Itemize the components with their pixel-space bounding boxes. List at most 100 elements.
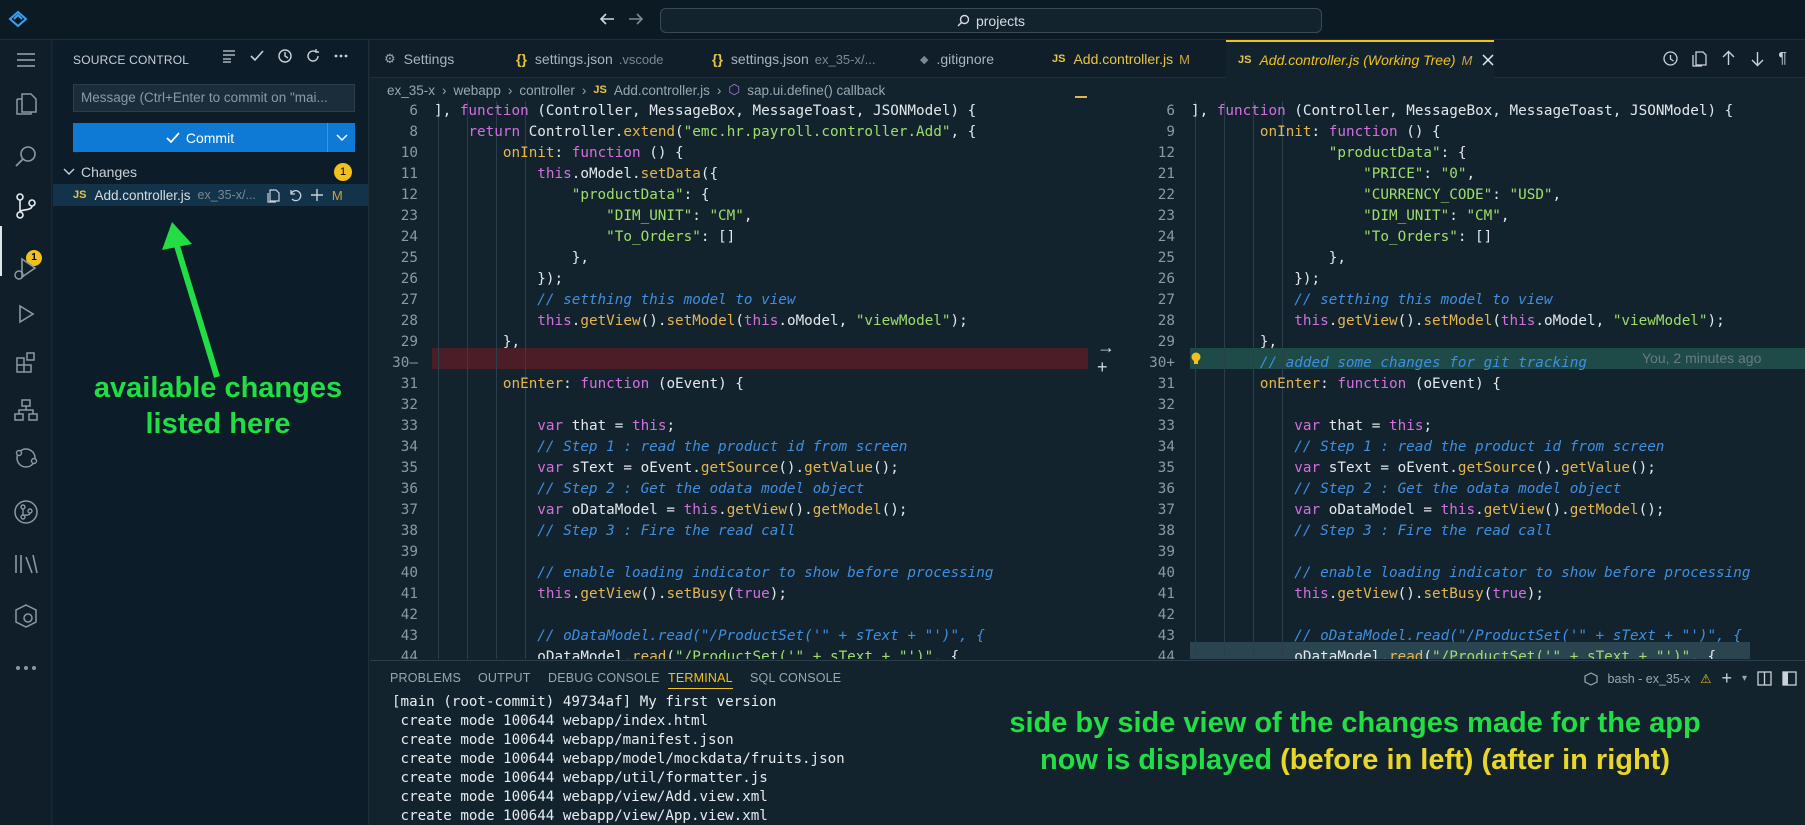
code-text: // Step 2 : Get the odata model object (434, 481, 865, 497)
breadcrumb-item[interactable]: Add.controller.js (614, 83, 710, 98)
code-text: }, (1191, 334, 1278, 350)
code-text: var sText = oEvent.getSource().getValue(… (537, 460, 899, 476)
code-text: ], function (Controller, MessageBox, Mes… (434, 103, 977, 119)
lightbulb-icon[interactable] (1190, 351, 1202, 366)
breadcrumb-item[interactable]: webapp (454, 83, 501, 98)
ellipsis-icon[interactable] (333, 48, 349, 64)
tab-problems[interactable]: PROBLEMS (390, 671, 461, 685)
library-icon[interactable] (10, 548, 42, 580)
code-text: "productData": { (571, 187, 710, 203)
more-icon[interactable] (10, 652, 42, 684)
tab-add-controller-working-tree[interactable]: JS Add.controller.js (Working Tree) M (1226, 40, 1494, 78)
stage-changes-icon[interactable] (310, 188, 324, 202)
code-text: oDataModel.read("/ProductSet('" + sText … (1191, 649, 1717, 659)
history-icon[interactable] (277, 48, 293, 64)
command-center-search[interactable]: projects (660, 8, 1322, 33)
line-number: 11 (400, 166, 418, 182)
tab-sub: ex_35-x/... (814, 51, 876, 67)
chevron-down-icon (63, 168, 75, 176)
code-line: 36 // Step 2 : Get the odata model objec… (370, 479, 1090, 500)
json-icon: {} (516, 51, 527, 67)
breadcrumb-item[interactable]: controller (519, 83, 575, 98)
tab-settings-json-vscode[interactable]: {} settings.json .vscode (516, 40, 664, 78)
line-number: 31 (1157, 376, 1175, 392)
tab-label: settings.json (534, 51, 613, 67)
gear-icon: ⚙ (384, 51, 396, 66)
search-text: projects (975, 12, 1026, 29)
terminal-name[interactable]: bash - ex_35-x (1608, 672, 1691, 686)
pilcrow-icon[interactable]: ¶ (1778, 50, 1787, 68)
tab-add-controller[interactable]: JS Add.controller.js M (1052, 40, 1190, 78)
code-line: 40 // enable loading indicator to show b… (370, 563, 1090, 584)
search-icon[interactable] (10, 140, 42, 172)
open-timeline-icon[interactable] (1662, 50, 1679, 68)
previous-change-icon[interactable] (1720, 50, 1737, 68)
line-number: 43 (1157, 628, 1175, 644)
git-graph-icon[interactable] (10, 496, 42, 528)
commit-button[interactable]: Commit (73, 123, 355, 152)
close-icon[interactable] (1482, 54, 1494, 66)
run-icon[interactable] (10, 298, 42, 330)
tab-gitignore[interactable]: ◆ .gitignore (920, 40, 994, 78)
split-terminal-icon[interactable] (1757, 671, 1772, 686)
annotation-left: available changes listed here (60, 370, 376, 442)
changes-group-header[interactable]: Changes (63, 161, 363, 183)
line-number: 25 (1157, 250, 1175, 266)
tab-settings-json-project[interactable]: {} settings.json ex_35-x/... (712, 40, 875, 78)
diff-modified-pane[interactable]: 6], function (Controller, MessageBox, Me… (1127, 101, 1805, 659)
code-text: var oDataModel = this.getView().getModel… (537, 502, 908, 518)
tab-terminal[interactable]: TERMINAL (668, 671, 733, 689)
chevron-down-icon[interactable]: ▾ (1742, 673, 1747, 684)
remote-explorer-icon[interactable] (10, 442, 42, 474)
plus-icon[interactable]: + (1097, 358, 1115, 376)
open-file-icon[interactable] (1691, 50, 1708, 68)
terminal-line: [main (root-commit) 49734af] My first ve… (392, 694, 777, 710)
explorer-icon[interactable] (10, 88, 42, 120)
code-line: 35 var sText = oEvent.getSource().getVal… (1127, 458, 1805, 479)
source-control-icon[interactable] (10, 190, 42, 222)
next-change-icon[interactable] (1749, 50, 1766, 68)
code-line: 6], function (Controller, MessageBox, Me… (370, 101, 1090, 122)
tab-label: Settings (403, 51, 455, 67)
refresh-icon[interactable] (305, 48, 321, 64)
breadcrumb-item[interactable]: sap.ui.define() callback (747, 83, 885, 98)
layout-icon[interactable] (1782, 671, 1797, 686)
commit-message-input[interactable]: Message (Ctrl+Enter to commit on "mai... (73, 84, 355, 112)
code-text: // Step 1 : read the product id from scr… (1191, 439, 1665, 455)
arrow-left-icon[interactable] (598, 11, 616, 27)
commit-label: Commit (185, 129, 235, 146)
commit-check-icon[interactable] (249, 48, 265, 64)
commit-dropdown[interactable] (327, 123, 355, 152)
revert-arrow-icon[interactable]: → (1097, 338, 1115, 356)
code-text: // Step 1 : read the product id from scr… (434, 439, 908, 455)
line-number: 42 (1157, 607, 1175, 623)
code-line: 32 (370, 395, 1090, 416)
run-debug-icon[interactable] (10, 252, 42, 284)
code-line: 36 // Step 2 : Get the odata model objec… (1127, 479, 1805, 500)
line-number: 33 (400, 418, 418, 434)
settings-cube-icon[interactable] (10, 600, 42, 632)
sitemap-icon[interactable] (10, 394, 42, 426)
line-number: 43 (400, 628, 418, 644)
tab-sql-console[interactable]: SQL CONSOLE (750, 671, 841, 685)
view-as-list-icon[interactable] (221, 48, 237, 64)
code-text: this.getView().setModel(this.oModel, "vi… (1294, 313, 1725, 329)
code-text: ], function (Controller, MessageBox, Mes… (1191, 103, 1734, 119)
changed-file-item[interactable]: JS Add.controller.js ex_35-x/... M (53, 184, 368, 206)
breadcrumb-item[interactable]: ex_35-x (387, 83, 435, 98)
tab-debug-console[interactable]: DEBUG CONSOLE (548, 671, 660, 685)
code-line: 41 this.getView().setBusy(true); (370, 584, 1090, 605)
code-line: 43 // oDataModel.read("/ProductSet('" + … (370, 626, 1090, 647)
diff-original-pane[interactable]: 6], function (Controller, MessageBox, Me… (370, 101, 1090, 659)
tab-settings[interactable]: ⚙ Settings (384, 40, 454, 78)
line-number: 34 (400, 439, 418, 455)
tab-output[interactable]: OUTPUT (478, 671, 531, 685)
discard-changes-icon[interactable] (288, 188, 303, 203)
new-terminal-icon[interactable]: + (1721, 668, 1732, 689)
code-line: 38 // Step 3 : Fire the read call (370, 521, 1090, 542)
arrow-right-icon[interactable] (627, 11, 645, 27)
menu-icon[interactable] (10, 44, 42, 76)
extensions-icon[interactable] (10, 346, 42, 378)
open-file-icon[interactable] (266, 188, 281, 203)
code-line: 10 onInit: function () { (370, 143, 1090, 164)
